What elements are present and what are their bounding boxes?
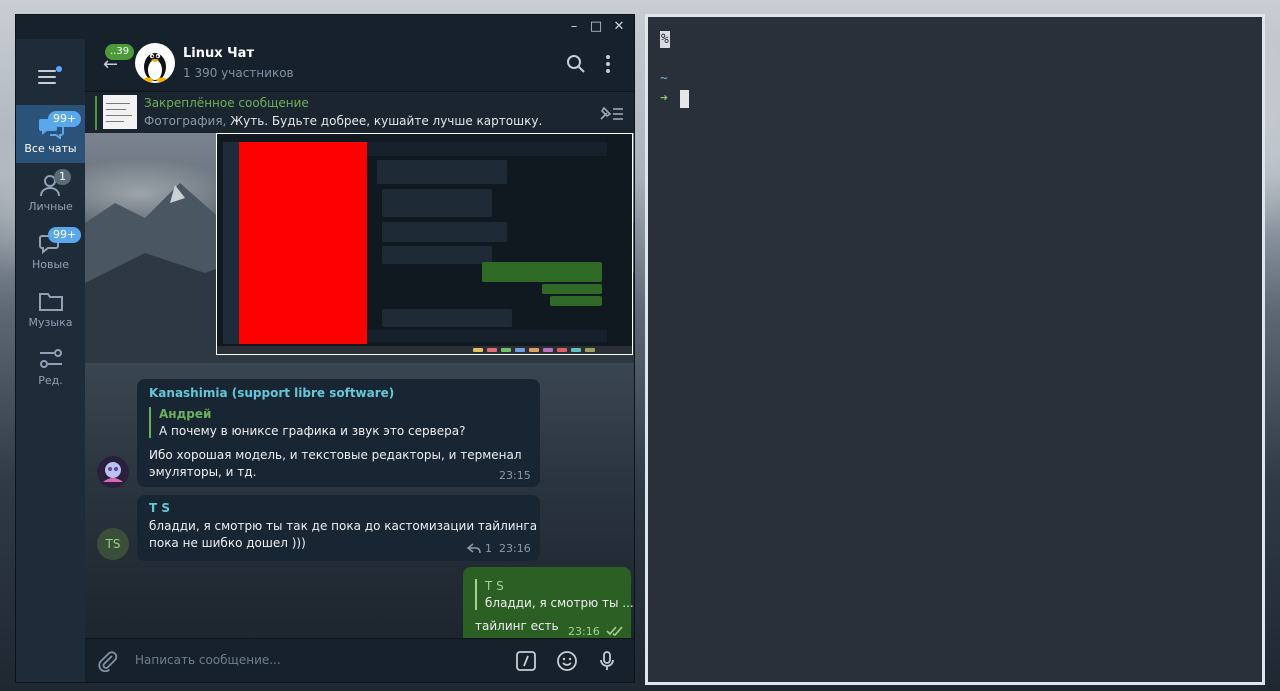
chat-title[interactable]: Linux Чат bbox=[183, 46, 254, 61]
photo-bubble-out bbox=[542, 284, 602, 294]
reply-quote[interactable]: Андрей А почему в юниксе графика и звук … bbox=[149, 407, 465, 438]
photo-bubble bbox=[382, 309, 512, 327]
bot-commands-icon[interactable] bbox=[515, 650, 537, 672]
tux-logo-icon bbox=[143, 53, 167, 83]
message-text: Ибо хорошая модель, и текстовые редактор… bbox=[149, 448, 522, 479]
minimize-button[interactable]: – bbox=[565, 18, 583, 36]
pinned-accent-bar bbox=[95, 96, 97, 130]
folder-label: Ред. bbox=[38, 374, 63, 387]
folder-personal[interactable]: 1 Личные bbox=[16, 163, 85, 221]
emoji-icon[interactable] bbox=[556, 650, 578, 672]
pinned-title: Закреплённое сообщение bbox=[144, 96, 309, 110]
menu-icon[interactable] bbox=[38, 66, 62, 87]
reply-text: А почему в юниксе графика и звук это сер… bbox=[159, 424, 466, 438]
folder-label: Музыка bbox=[28, 316, 73, 329]
message-author[interactable]: Kanashimia (support libre software) bbox=[149, 386, 394, 400]
kanashimia-avatar[interactable] bbox=[97, 456, 129, 488]
message-input[interactable]: Написать сообщение... bbox=[135, 653, 281, 667]
unread-badge: 99+ bbox=[48, 227, 82, 243]
reply-author: T S bbox=[485, 579, 504, 593]
folder-all-chats[interactable]: 99+ Все чаты bbox=[16, 105, 85, 163]
message-time: 23:15 bbox=[499, 469, 531, 482]
pinned-list-icon[interactable] bbox=[598, 104, 624, 122]
title-bar: – □ ✕ bbox=[16, 15, 634, 39]
message-bubble-ts[interactable]: T S бладди, я смотрю ты так де пока до к… bbox=[137, 495, 540, 561]
message-composer: Написать сообщение... bbox=[85, 638, 634, 682]
sliders-icon bbox=[40, 349, 62, 368]
photo-bubble bbox=[377, 160, 507, 184]
pinned-thumbnail bbox=[103, 95, 137, 129]
photo-bubble bbox=[382, 222, 507, 242]
photo-taskbar bbox=[217, 346, 632, 354]
folder-icon bbox=[39, 293, 63, 311]
search-icon[interactable] bbox=[565, 53, 587, 75]
chat-header: ← ..39 Linux Чат 1 390 участников bbox=[85, 39, 634, 91]
message-text: тайлинг есть bbox=[475, 619, 559, 633]
attach-icon[interactable] bbox=[97, 650, 119, 672]
photo-bubble-out bbox=[482, 262, 602, 282]
photo-message[interactable] bbox=[216, 133, 633, 355]
terminal-prompt-arrow: ➜ bbox=[660, 91, 668, 106]
terminal-window[interactable]: % ~ ➜ bbox=[645, 14, 1265, 685]
pinned-preview: Фотография, Жуть. Будьте добрее, кушайте… bbox=[144, 114, 543, 128]
photo-input bbox=[367, 330, 607, 342]
message-list[interactable]: Kanashimia (support libre software) Андр… bbox=[85, 133, 634, 638]
reply-text: бладди, я смотрю ты ... bbox=[485, 596, 634, 610]
folders-sidebar: 99+ Все чаты 1 Личные 99+ Новые Музыка Р… bbox=[16, 39, 85, 682]
chat-avatar[interactable] bbox=[135, 43, 175, 83]
terminal-prompt-percent: % bbox=[660, 31, 670, 48]
double-check-icon bbox=[606, 626, 623, 636]
maximize-button[interactable]: □ bbox=[587, 18, 605, 36]
unread-badge: 1 bbox=[54, 169, 71, 185]
photo-bubble-out bbox=[550, 296, 602, 306]
folder-label: Новые bbox=[32, 258, 69, 271]
unread-badge: 99+ bbox=[48, 111, 82, 127]
message-time: 23:16 bbox=[568, 625, 600, 638]
photo-bubble bbox=[382, 246, 492, 264]
reply-count[interactable]: 1 bbox=[485, 542, 492, 555]
photo-red-block bbox=[239, 142, 367, 344]
close-button[interactable]: ✕ bbox=[610, 18, 628, 36]
photo-bubble bbox=[382, 189, 492, 217]
reply-quote[interactable]: T S бладди, я смотрю ты ... bbox=[475, 579, 634, 610]
message-bubble-outgoing[interactable]: T S бладди, я смотрю ты ... тайлинг есть… bbox=[463, 567, 634, 638]
folder-music[interactable]: Музыка bbox=[16, 279, 85, 337]
message-time: 23:16 bbox=[499, 542, 531, 555]
pinned-message-bar[interactable]: Закреплённое сообщение Фотография, Жуть.… bbox=[85, 91, 634, 134]
photo-header bbox=[367, 142, 607, 156]
ts-avatar[interactable]: TS bbox=[97, 528, 129, 560]
reply-arrow-icon[interactable] bbox=[467, 542, 481, 554]
photo-sidebar bbox=[223, 142, 239, 344]
folder-new[interactable]: 99+ Новые bbox=[16, 221, 85, 279]
message-author[interactable]: T S bbox=[149, 501, 170, 515]
terminal-cwd: ~ bbox=[660, 71, 668, 86]
microphone-icon[interactable] bbox=[596, 650, 618, 672]
folder-label: Личные bbox=[28, 200, 73, 213]
folder-label: Все чаты bbox=[24, 142, 77, 155]
more-vertical-icon[interactable] bbox=[597, 53, 619, 75]
folder-edit[interactable]: Ред. bbox=[16, 337, 85, 395]
chat-member-count: 1 390 участников bbox=[183, 66, 294, 80]
telegram-window: – □ ✕ 99+ Все чаты 1 Личные 99+ Новые Му… bbox=[16, 15, 634, 682]
reply-author: Андрей bbox=[159, 407, 212, 421]
message-bubble-kanashimia[interactable]: Kanashimia (support libre software) Андр… bbox=[137, 379, 540, 487]
back-unread-badge: ..39 bbox=[105, 44, 135, 60]
terminal-cursor bbox=[680, 90, 689, 108]
